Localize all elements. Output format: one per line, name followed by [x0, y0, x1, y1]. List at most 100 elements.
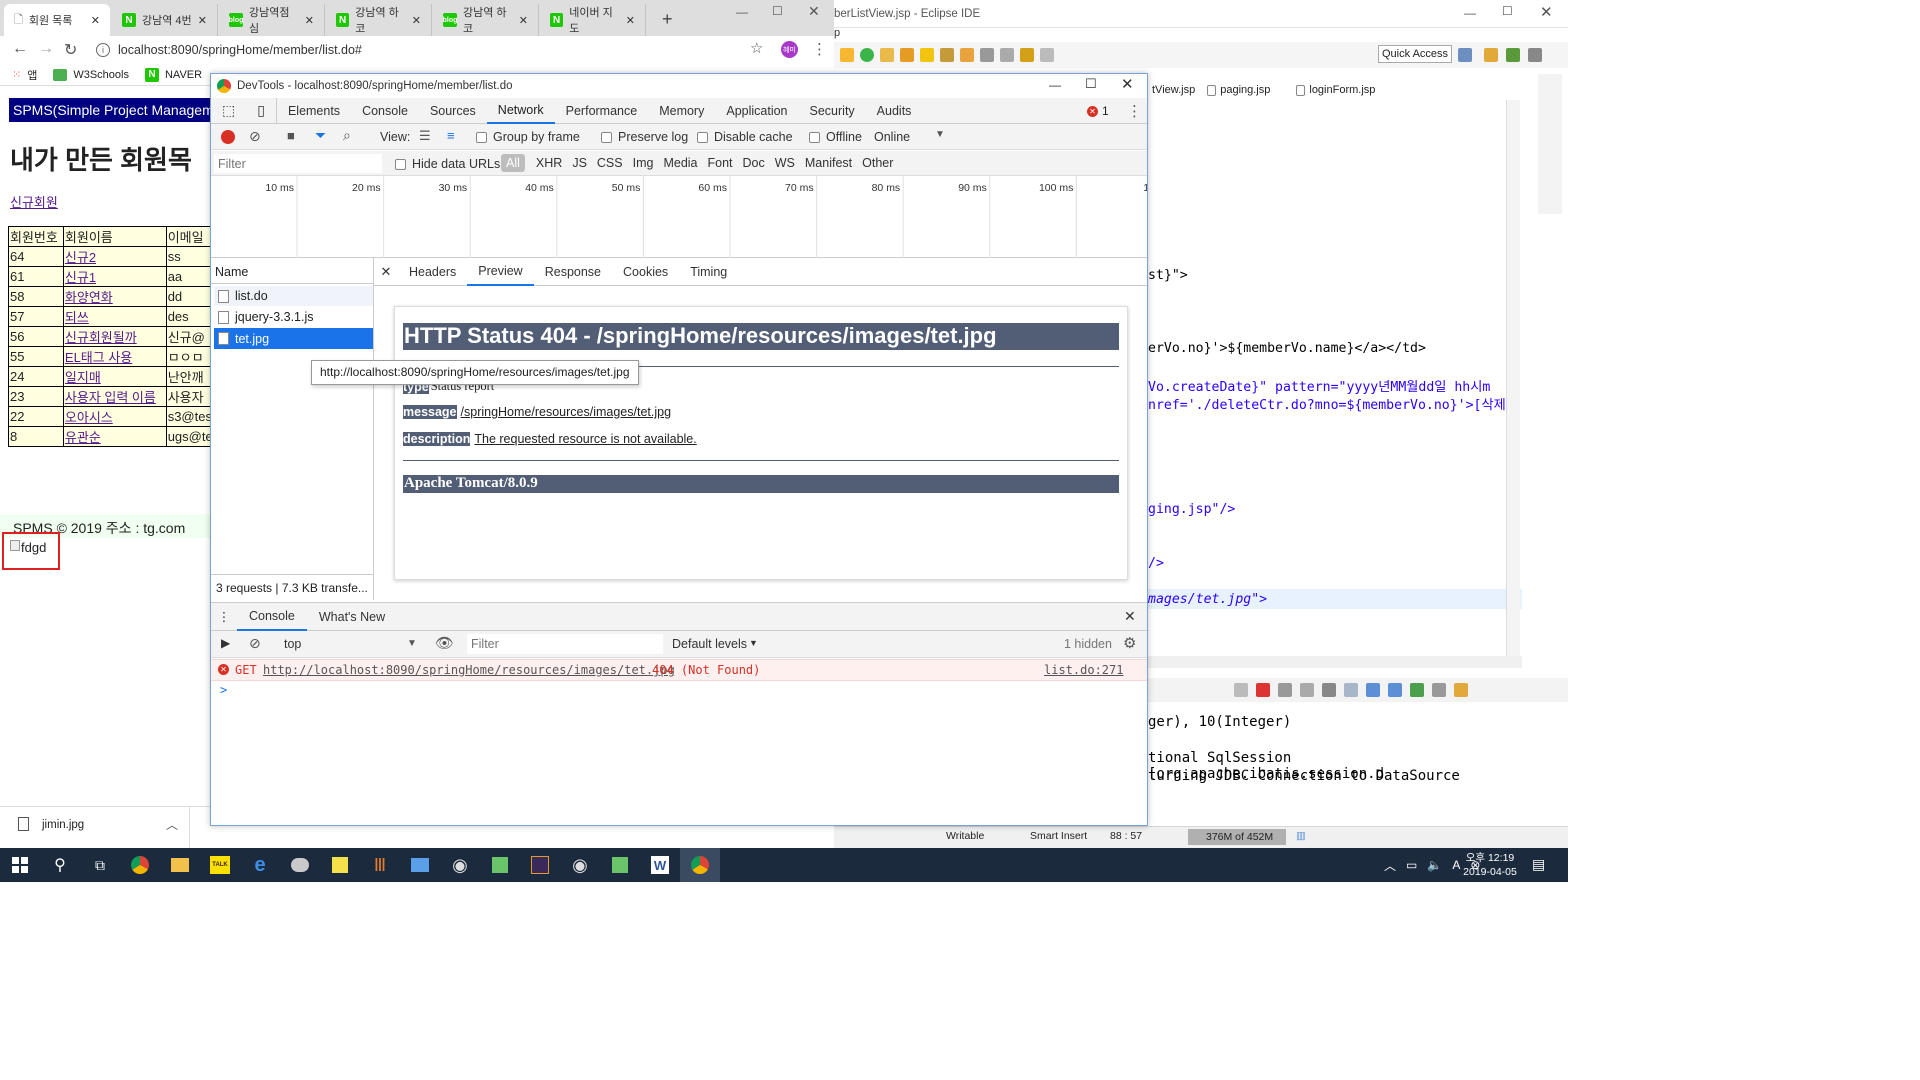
- close-icon[interactable]: ✕: [1540, 3, 1553, 21]
- info-icon[interactable]: i: [96, 43, 110, 57]
- log-levels-select[interactable]: Default levels: [672, 637, 747, 651]
- toolbar-icon[interactable]: [960, 48, 974, 62]
- edge-icon[interactable]: e: [240, 848, 280, 882]
- filter-ws[interactable]: WS: [770, 154, 800, 172]
- network-filter-input[interactable]: [214, 154, 382, 173]
- chrome-taskbar-icon[interactable]: [120, 848, 160, 882]
- perspective-icon[interactable]: [1506, 48, 1520, 62]
- toolbar-icon[interactable]: [880, 48, 894, 62]
- error-source-link[interactable]: list.do:271: [1044, 663, 1123, 677]
- toolbar-icon[interactable]: [840, 48, 854, 62]
- filter-all[interactable]: All: [501, 154, 525, 172]
- console-tool-icon[interactable]: [1234, 683, 1248, 697]
- clock[interactable]: 오후 12:19 2019-04-05: [1460, 851, 1520, 879]
- search-icon[interactable]: ⌕: [343, 127, 351, 144]
- horizontal-scrollbar[interactable]: [1148, 656, 1522, 668]
- request-row-selected[interactable]: tet.jpg: [214, 328, 373, 349]
- toolbar-icon[interactable]: [1000, 48, 1014, 62]
- minimize-icon[interactable]: —: [1464, 6, 1476, 20]
- tab-elements[interactable]: Elements: [277, 98, 351, 124]
- tab-security[interactable]: Security: [799, 98, 866, 124]
- chevron-down-icon[interactable]: ▼: [407, 638, 417, 649]
- member-name-link[interactable]: 신규2: [62, 246, 167, 267]
- error-counter[interactable]: ✕ 1: [1087, 104, 1109, 118]
- drawer-menu-icon[interactable]: ⋮: [211, 609, 237, 624]
- disable-cache-checkbox[interactable]: Disable cache: [697, 130, 793, 144]
- forward-icon[interactable]: [1040, 48, 1054, 62]
- browser-tab[interactable]: blog 강남역점심 ✕: [219, 4, 325, 36]
- console-filter-input[interactable]: [467, 634, 663, 654]
- filter-font[interactable]: Font: [703, 154, 738, 172]
- folder-icon[interactable]: [900, 48, 914, 62]
- close-tab-icon[interactable]: ✕: [91, 14, 100, 27]
- browser-tab[interactable]: N 강남역 하코 ✕: [326, 4, 432, 36]
- sidebar-toggle-icon[interactable]: ▶: [221, 636, 230, 650]
- menu-icon[interactable]: ⋮: [812, 40, 827, 58]
- console-tool-icon[interactable]: [1366, 683, 1380, 697]
- record-button[interactable]: [221, 130, 235, 144]
- close-drawer-icon[interactable]: ✕: [1124, 608, 1136, 625]
- new-member-link[interactable]: 신규회원: [10, 192, 58, 211]
- star-icon[interactable]: ☆: [750, 39, 763, 57]
- browser-tab-member-list[interactable]: 🗋 회원 목록 ✕: [4, 4, 110, 36]
- large-rows-icon[interactable]: ☰: [419, 128, 431, 144]
- waterfall-icon[interactable]: ≡: [447, 128, 455, 143]
- device-toolbar-icon[interactable]: ▯: [246, 97, 277, 124]
- heap-status[interactable]: 376M of 452M: [1188, 829, 1286, 845]
- close-tab-icon[interactable]: ✕: [412, 14, 421, 27]
- remove-all-icon[interactable]: [1300, 683, 1314, 697]
- file-explorer-icon[interactable]: [160, 848, 200, 882]
- member-name-link[interactable]: 일지매: [62, 366, 167, 387]
- tab-sources[interactable]: Sources: [419, 98, 487, 124]
- perspective-icon[interactable]: [1484, 48, 1498, 62]
- clear-console-icon[interactable]: ⊘: [249, 635, 261, 652]
- close-icon[interactable]: ✕: [808, 3, 820, 20]
- notifications-icon[interactable]: ▤: [1532, 856, 1545, 873]
- code-editor[interactable]: st}"> erVo.no}'>${memberVo.name}</a></td…: [1148, 100, 1522, 670]
- editor-tab[interactable]: tView.jsp: [1148, 82, 1199, 98]
- forward-icon[interactable]: →: [38, 40, 54, 58]
- filter-doc[interactable]: Doc: [738, 154, 770, 172]
- browser-tab[interactable]: N 네이버 지도 ✕: [540, 4, 646, 36]
- task-view-icon[interactable]: ⧉: [80, 848, 120, 882]
- bookmark-w3schools[interactable]: W3Schools: [73, 69, 129, 81]
- detail-tab-headers[interactable]: Headers: [398, 265, 467, 279]
- capture-screenshots-icon[interactable]: ■: [287, 128, 295, 143]
- detail-tab-cookies[interactable]: Cookies: [612, 265, 679, 279]
- search-icon[interactable]: ⚲: [40, 848, 80, 882]
- filter-xhr[interactable]: XHR: [531, 154, 567, 172]
- console-tool-icon[interactable]: [1322, 683, 1336, 697]
- sticky-notes-icon[interactable]: [320, 848, 360, 882]
- request-row[interactable]: jquery-3.3.1.js: [214, 307, 373, 327]
- eye-icon[interactable]: 👁: [435, 634, 454, 652]
- close-tab-icon[interactable]: ✕: [305, 14, 314, 27]
- toolbar-icon[interactable]: [980, 48, 994, 62]
- member-name-link[interactable]: EL태그 사용: [62, 346, 167, 367]
- inspect-icon[interactable]: ⬚: [211, 98, 246, 124]
- toolbar-icon[interactable]: [940, 48, 954, 62]
- garbage-collect-icon[interactable]: ▥: [1296, 830, 1306, 842]
- gear-icon[interactable]: ⚙: [1123, 634, 1136, 652]
- run-icon[interactable]: [860, 48, 874, 62]
- throttle-select[interactable]: Online: [874, 130, 910, 144]
- obs-icon[interactable]: ◉: [560, 848, 600, 882]
- close-details-icon[interactable]: ✕: [374, 264, 398, 280]
- filter-icon[interactable]: ⏷: [315, 127, 326, 144]
- close-tab-icon[interactable]: ✕: [626, 14, 635, 27]
- member-name-link[interactable]: 화양연화: [62, 286, 167, 307]
- detail-tab-response[interactable]: Response: [534, 265, 612, 279]
- new-tab-button[interactable]: +: [662, 9, 673, 30]
- maximize-icon[interactable]: ☐: [1085, 76, 1097, 92]
- perspective-icon[interactable]: [1458, 48, 1472, 62]
- filter-css[interactable]: CSS: [592, 154, 628, 172]
- context-select[interactable]: top: [284, 637, 301, 651]
- filter-manifest[interactable]: Manifest: [800, 154, 857, 172]
- app-icon[interactable]: [280, 848, 320, 882]
- detail-tab-timing[interactable]: Timing: [679, 265, 738, 279]
- tab-application[interactable]: Application: [715, 98, 798, 124]
- terminate-icon[interactable]: [1256, 683, 1270, 697]
- kakaotalk-icon[interactable]: TALK: [200, 848, 240, 882]
- console-tool-icon[interactable]: [1410, 683, 1424, 697]
- browser-tab[interactable]: N 강남역 4번 ✕: [112, 4, 218, 36]
- offline-checkbox[interactable]: Offline: [809, 130, 862, 144]
